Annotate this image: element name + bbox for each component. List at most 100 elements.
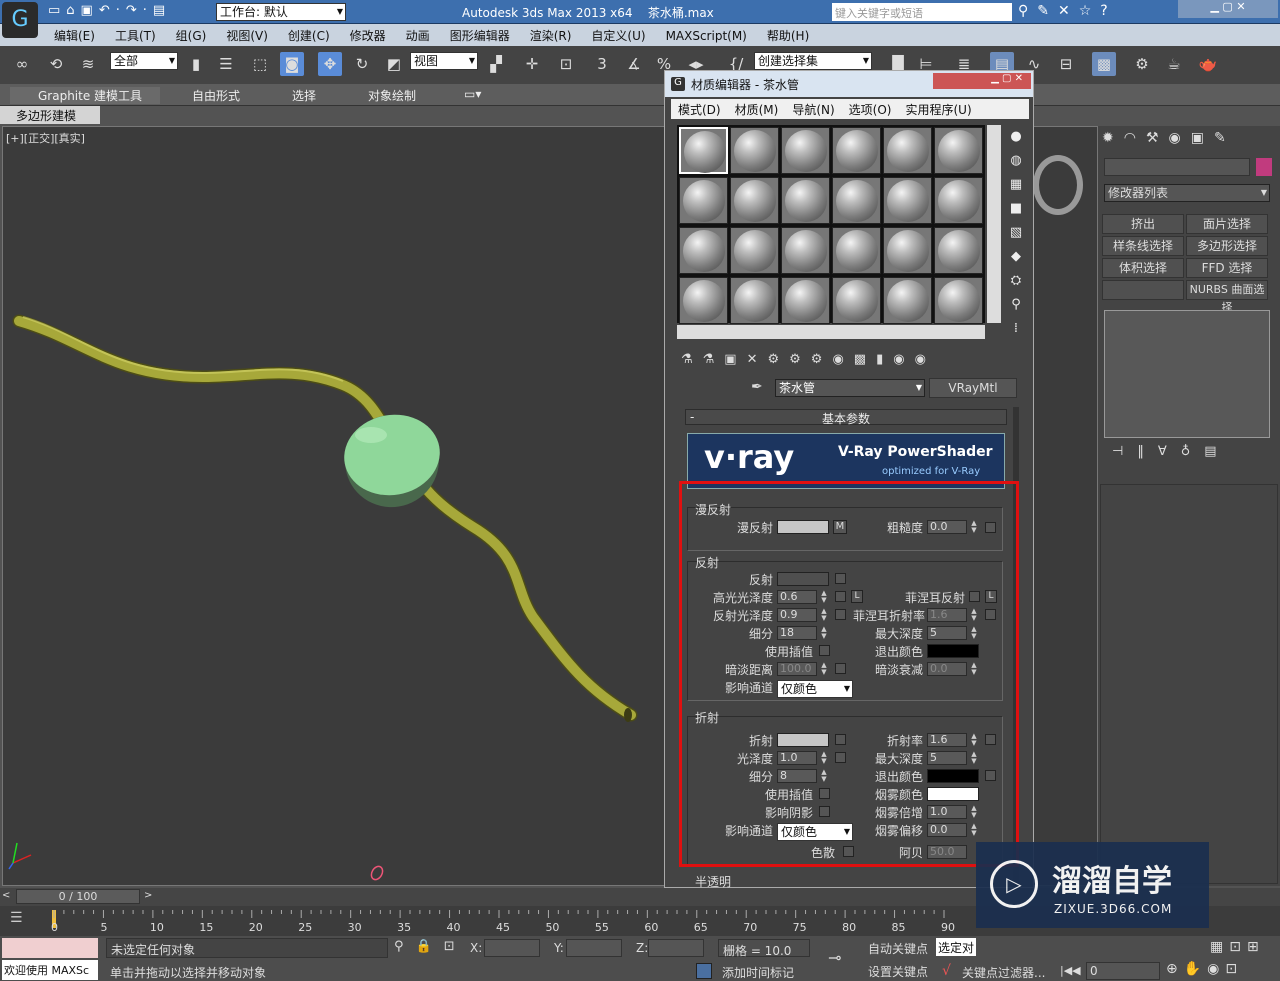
zoom-nav-icons[interactable]: ▦⊡⊞	[1210, 939, 1265, 955]
auto-key-button[interactable]: 自动关键点	[868, 940, 928, 957]
material-slot[interactable]	[832, 127, 881, 174]
selection-filter-dropdown[interactable]: 全部	[110, 52, 178, 70]
render-frame-icon[interactable]: ☕	[1162, 52, 1186, 76]
ribbon-options-icon[interactable]: ▭▾	[464, 87, 481, 101]
render-production-icon[interactable]: 🫖	[1196, 52, 1220, 76]
welcome-text[interactable]: 欢迎使用 MAXSc	[2, 960, 98, 980]
add-time-tag[interactable]: 添加时间标记	[722, 964, 794, 981]
material-editor-icon[interactable]: ▩	[1092, 52, 1116, 76]
tab-object-paint[interactable]: 对象绘制	[368, 87, 416, 104]
scale-icon[interactable]: ◩	[382, 52, 406, 76]
mat-menu-options[interactable]: 选项(O)	[842, 99, 899, 118]
current-frame-field[interactable]: 0	[1086, 962, 1160, 980]
modifier-stack[interactable]	[1104, 310, 1270, 438]
key-mode-dropdown[interactable]: 选定对	[936, 938, 976, 956]
mat-menu-utilities[interactable]: 实用程序(U)	[898, 99, 978, 118]
material-slot[interactable]	[679, 127, 728, 174]
menu-graph-editors[interactable]: 图形编辑器	[440, 24, 520, 44]
viewport-nav-icons[interactable]: ⊕✋◉⊡	[1166, 961, 1243, 977]
object-color-swatch[interactable]	[1256, 158, 1272, 176]
object-name-field[interactable]	[1104, 158, 1250, 176]
material-type-button[interactable]: VRayMtl	[929, 378, 1017, 398]
menu-tools[interactable]: 工具(T)	[105, 24, 166, 44]
material-slot[interactable]	[730, 277, 779, 324]
workspace-dropdown[interactable]: 工作台: 默认	[216, 3, 346, 21]
menu-views[interactable]: 视图(V)	[216, 24, 278, 44]
material-slot[interactable]	[781, 127, 830, 174]
render-setup-icon[interactable]: ⚙	[1130, 52, 1154, 76]
x-coord-field[interactable]	[484, 939, 540, 957]
select-by-name-icon[interactable]: ☰	[214, 52, 238, 76]
material-slot[interactable]	[679, 277, 728, 324]
material-slot[interactable]	[832, 227, 881, 274]
schematic-view-icon[interactable]: ⊟	[1054, 52, 1078, 76]
empty-modifier-button[interactable]	[1102, 280, 1184, 300]
menu-group[interactable]: 组(G)	[166, 24, 217, 44]
panel-tabs[interactable]: ✹◠⚒◉▣✎	[1102, 130, 1236, 146]
menu-modifiers[interactable]: 修改器	[340, 24, 396, 44]
material-slot[interactable]	[679, 177, 728, 224]
material-slot[interactable]	[730, 227, 779, 274]
ref-coord-dropdown[interactable]: 视图	[410, 52, 478, 70]
material-slot[interactable]	[934, 277, 983, 324]
time-tag-icon[interactable]	[696, 963, 712, 979]
slots-hscroll[interactable]	[677, 325, 985, 339]
menu-customize[interactable]: 自定义(U)	[581, 24, 655, 44]
menu-maxscript[interactable]: MAXScript(M)	[656, 26, 757, 43]
isolate-lock-icons[interactable]: ⚲🔒⊡	[394, 939, 467, 954]
patch-select-button[interactable]: 面片选择	[1186, 214, 1268, 234]
material-slot[interactable]	[883, 127, 932, 174]
move-icon[interactable]: ✥	[318, 52, 342, 76]
slider-right-arrow[interactable]: >	[144, 890, 152, 901]
quick-access-icons[interactable]: ▭⌂▣↶·↷·▤	[48, 3, 171, 18]
rotate-icon[interactable]: ↻	[350, 52, 374, 76]
app-logo-icon[interactable]: G	[2, 2, 38, 38]
material-slot[interactable]	[883, 277, 932, 324]
key-filters-button[interactable]: 关键点过滤器...	[962, 964, 1045, 981]
stack-tools-icons[interactable]: ⊣‖∀♁▤	[1112, 444, 1231, 459]
spline-select-button[interactable]: 样条线选择	[1102, 236, 1184, 256]
keyboard-shortcut-icon[interactable]: ⊡	[554, 52, 578, 76]
material-slot[interactable]	[883, 177, 932, 224]
polygon-modeling-label[interactable]: 多边形建模	[0, 106, 100, 124]
help-icons[interactable]: ⚲✎✕☆?	[1018, 3, 1117, 19]
key-filter-icon[interactable]: √	[942, 963, 951, 979]
mat-menu-material[interactable]: 材质(M)	[728, 99, 786, 118]
material-slot[interactable]	[730, 177, 779, 224]
mat-menu-navigation[interactable]: 导航(N)	[785, 99, 841, 118]
snap-toggle-icon[interactable]: 3	[590, 52, 614, 76]
menu-edit[interactable]: 编辑(E)	[44, 24, 105, 44]
material-name-field[interactable]: 茶水管	[775, 379, 925, 397]
search-input[interactable]: 键入关键字或短语	[832, 3, 1012, 21]
slots-scrollbar[interactable]	[987, 125, 1001, 323]
material-slot[interactable]	[883, 227, 932, 274]
window-controls[interactable]: ▁ ▢ ✕	[1178, 0, 1278, 18]
extrude-button[interactable]: 挤出	[1102, 214, 1184, 234]
material-slot[interactable]	[781, 277, 830, 324]
select-object-icon[interactable]: ▮	[184, 52, 208, 76]
menu-rendering[interactable]: 渲染(R)	[520, 24, 582, 44]
tab-graphite[interactable]: Graphite 建模工具	[38, 87, 142, 104]
rollout-header[interactable]: - 基本参数	[685, 409, 1007, 426]
rect-selection-icon[interactable]: ⬚	[248, 52, 272, 76]
poly-select-button[interactable]: 多边形选择	[1186, 236, 1268, 256]
material-slot[interactable]	[730, 127, 779, 174]
key-icon[interactable]: ⊸	[828, 948, 841, 967]
material-slot[interactable]	[781, 177, 830, 224]
select-manipulate-icon[interactable]: ✛	[520, 52, 544, 76]
set-key-button[interactable]: 设置关键点	[868, 963, 928, 980]
ffd-select-button[interactable]: FFD 选择	[1186, 258, 1268, 278]
modifier-list-dropdown[interactable]: 修改器列表	[1104, 184, 1270, 202]
maxscript-listener-mini[interactable]	[2, 938, 98, 958]
nurbs-select-button[interactable]: NURBS 曲面选择	[1186, 280, 1268, 314]
link-icon[interactable]: ∞	[10, 52, 34, 76]
mat-menu-modes[interactable]: 模式(D)	[671, 99, 728, 118]
volume-select-button[interactable]: 体积选择	[1102, 258, 1184, 278]
unlink-icon[interactable]: ⟲	[44, 52, 68, 76]
material-slot[interactable]	[832, 177, 881, 224]
material-slot[interactable]	[832, 277, 881, 324]
material-slot[interactable]	[781, 227, 830, 274]
menu-animation[interactable]: 动画	[396, 24, 440, 44]
bind-spacewarp-icon[interactable]: ≋	[76, 52, 100, 76]
named-selection-dropdown[interactable]: 创建选择集	[754, 52, 872, 70]
